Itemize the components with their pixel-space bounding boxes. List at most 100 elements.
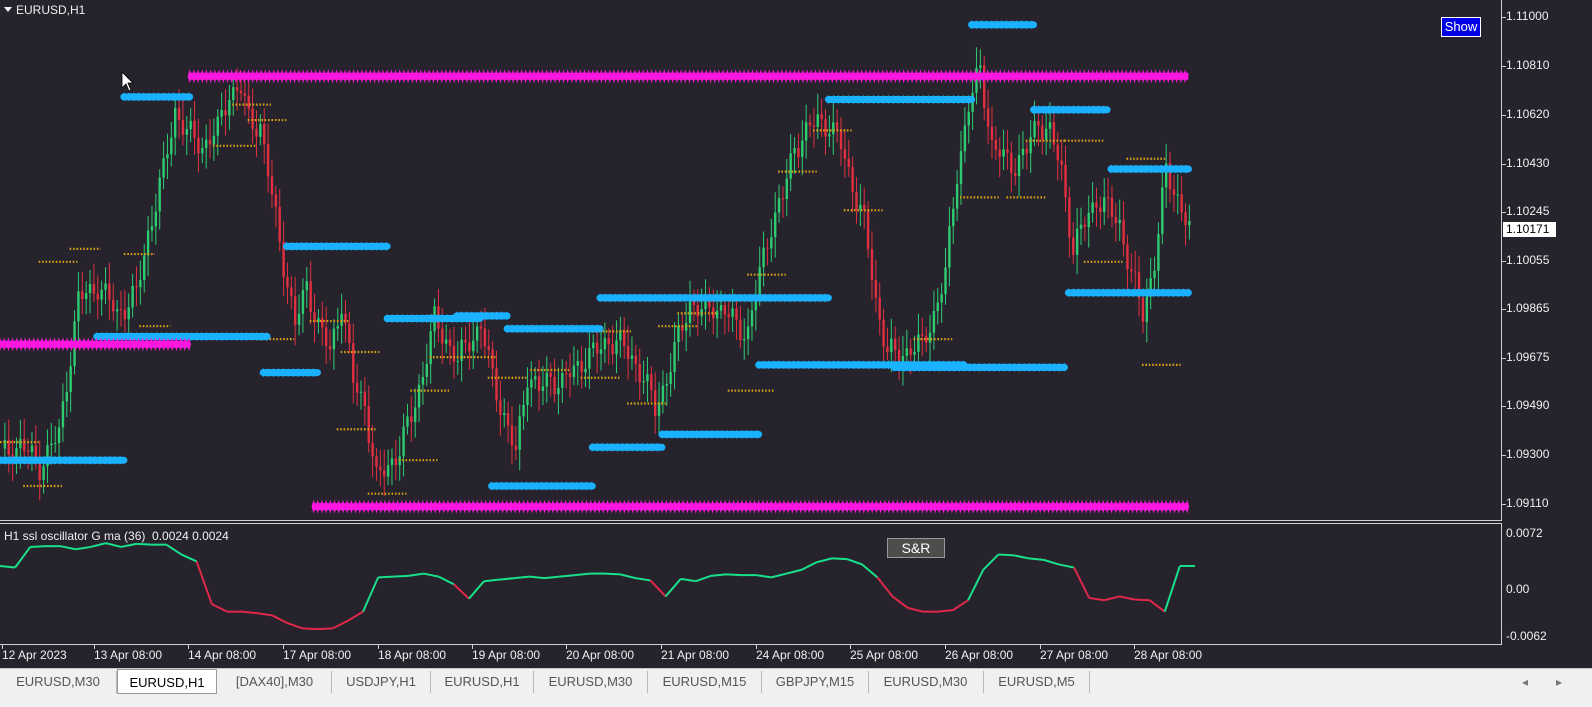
major-level-star — [590, 69, 595, 84]
major-level-star — [1025, 499, 1030, 514]
major-level-star — [1061, 69, 1066, 84]
candle-body — [394, 458, 398, 466]
candle-body — [1068, 197, 1071, 238]
candle-body — [1161, 187, 1164, 235]
major-level-star — [433, 499, 438, 514]
candle-body — [224, 109, 227, 116]
major-level-star — [414, 69, 419, 84]
chart-tab[interactable]: GBPJPY,M15 — [762, 671, 869, 693]
major-level-star — [1120, 69, 1125, 84]
major-level-star — [727, 499, 732, 514]
oscillator-segment — [241, 610, 258, 615]
show-button[interactable]: Show — [1441, 17, 1481, 37]
major-level-star — [544, 69, 549, 84]
major-level-star — [1122, 499, 1127, 514]
major-level-star — [439, 69, 444, 84]
candle-body — [1087, 212, 1090, 228]
chart-tab[interactable]: EURUSD,M15 — [648, 671, 762, 693]
major-level-star — [796, 69, 801, 84]
candle-body — [65, 392, 69, 402]
major-level-star — [571, 499, 576, 514]
major-level-star — [338, 69, 343, 84]
candle-body — [921, 334, 924, 336]
chart-tab[interactable]: EURUSD,M5 — [984, 671, 1090, 693]
chart-tab[interactable]: EURUSD,H1 — [117, 669, 217, 694]
candle-body — [932, 311, 936, 333]
chart-tab[interactable]: [DAX40],M30 — [218, 671, 332, 693]
oscillator-panel[interactable]: H1 ssl oscillator G ma (36) 0.0024 0.002… — [0, 523, 1502, 645]
major-level-star — [769, 499, 774, 514]
candle-body — [406, 416, 409, 427]
major-level-star — [857, 499, 862, 514]
major-level-star — [947, 69, 952, 84]
time-tick-label: 25 Apr 08:00 — [850, 648, 919, 662]
major-level-star — [508, 499, 513, 514]
chart-window[interactable]: EURUSD,H1 Show 1.11000 1.10810 1.10620 1.10… — [0, 0, 1592, 668]
chart-tab[interactable]: USDJPY,H1 — [332, 671, 431, 693]
tab-scroll-left-icon[interactable]: ◂ — [1522, 675, 1528, 689]
major-level-star — [859, 69, 864, 84]
major-level-star — [920, 499, 925, 514]
candle-body — [204, 139, 208, 149]
price-chart[interactable]: EURUSD,H1 Show — [0, 0, 1502, 521]
major-level-star — [2, 337, 7, 352]
tab-scroll-right-icon[interactable]: ▸ — [1556, 675, 1562, 689]
candle-body — [235, 87, 239, 91]
major-level-star — [626, 499, 631, 514]
candle-body — [642, 381, 645, 383]
chart-tab[interactable]: EURUSD,M30 — [868, 671, 984, 693]
major-level-star — [525, 499, 530, 514]
candle-body — [820, 114, 823, 120]
major-level-star — [729, 69, 734, 84]
candle-body — [940, 294, 943, 303]
chart-tab[interactable]: EURUSD,M30 — [534, 671, 648, 693]
major-level-star — [1109, 499, 1114, 514]
major-level-star — [926, 69, 931, 84]
candle-body — [26, 451, 30, 453]
sr-button[interactable]: S&R — [887, 538, 945, 558]
major-level-star — [393, 69, 398, 84]
oscillator-segment — [483, 578, 500, 583]
chart-tab[interactable]: EURUSD,H1 — [431, 671, 534, 693]
major-level-star — [809, 69, 814, 84]
candle-body — [1188, 221, 1191, 226]
candle-body — [143, 255, 146, 281]
candle-body — [177, 107, 181, 120]
candle-body — [828, 134, 831, 137]
oscillator-segment — [635, 577, 651, 582]
candle-body — [475, 326, 479, 341]
candle-body — [963, 125, 967, 152]
major-level-star — [647, 499, 652, 514]
major-level-star — [832, 499, 837, 514]
candle-body — [607, 338, 610, 345]
major-level-star — [280, 69, 285, 84]
candle-body — [162, 158, 165, 178]
major-level-star — [1094, 69, 1099, 84]
oscillator-segment — [1013, 554, 1029, 560]
major-level-star — [267, 69, 272, 84]
candle-body — [50, 443, 53, 446]
candle-body — [88, 284, 92, 294]
major-level-star — [847, 69, 852, 84]
candle-body — [1079, 224, 1083, 229]
candle-body — [197, 137, 200, 154]
price-tick-label: 1.09300 — [1506, 447, 1550, 462]
major-level-star — [880, 69, 885, 84]
price-chart-svg[interactable] — [0, 0, 1502, 521]
major-level-star — [399, 499, 404, 514]
candle-body — [909, 348, 912, 355]
candle-body — [104, 283, 107, 290]
candle-body — [452, 345, 456, 362]
major-level-star — [1105, 499, 1110, 514]
collapse-triangle-icon[interactable] — [4, 7, 12, 12]
candle-body — [832, 122, 835, 135]
major-level-star — [372, 69, 377, 84]
chart-tab[interactable]: EURUSD,M30 — [0, 671, 117, 693]
major-level-star — [403, 499, 408, 514]
candle-body — [770, 237, 773, 249]
candle-body — [468, 342, 471, 352]
major-level-star — [385, 69, 390, 84]
candle-body — [170, 137, 173, 155]
major-level-star — [1174, 69, 1179, 84]
major-level-star — [645, 69, 650, 84]
